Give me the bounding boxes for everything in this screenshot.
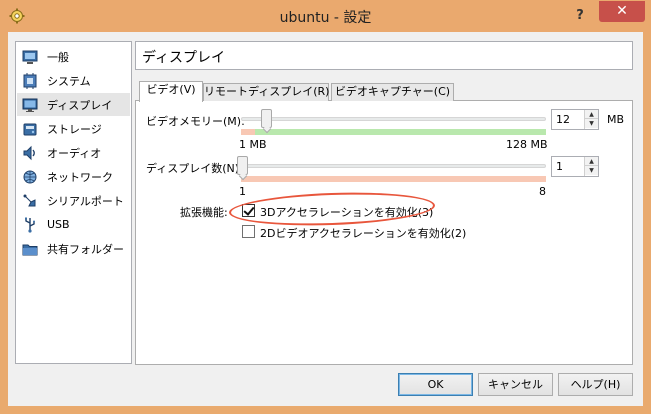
monitor-count-min-label: 1 <box>239 185 246 198</box>
video-memory-value[interactable]: 12 <box>556 113 570 126</box>
video-memory-slider-thumb[interactable] <box>261 109 272 128</box>
sidebar-item-label: ネットワーク <box>47 170 113 184</box>
monitor-count-spinbox[interactable]: 1 ▲ ▼ <box>551 156 599 177</box>
usb-icon <box>21 216 39 234</box>
sidebar-item-label: オーディオ <box>47 146 102 160</box>
sidebar-item-network[interactable]: ネットワーク <box>17 165 130 188</box>
monitor-count-spin-buttons: ▲ ▼ <box>584 157 598 176</box>
extended-features-label: 拡張機能: <box>180 206 228 219</box>
sidebar-item-label: シリアルポート <box>47 194 124 208</box>
video-memory-spinbox[interactable]: 12 ▲ ▼ <box>551 109 599 130</box>
video-memory-label: ビデオメモリー(M): <box>146 115 245 128</box>
settings-window: ubuntu - 設定 ? ✕ 一般 システム ディスプレイ ストレージ オーデ… <box>0 0 651 414</box>
accel-2d-checkbox[interactable] <box>242 225 255 238</box>
sidebar-item-label: 一般 <box>47 50 69 64</box>
ok-button[interactable]: OK <box>398 373 473 396</box>
sidebar-item-storage[interactable]: ストレージ <box>17 117 130 140</box>
system-icon <box>21 72 39 90</box>
close-button[interactable]: ✕ <box>599 1 645 22</box>
audio-icon <box>21 144 39 162</box>
video-tab-panel: ビデオメモリー(M): 1 MB 128 MB 12 ▲ ▼ MB ディスプレイ… <box>135 100 633 365</box>
storage-icon <box>21 120 39 138</box>
monitor-count-label: ディスプレイ数(N): <box>146 162 243 175</box>
sidebar-item-label: ストレージ <box>47 122 102 136</box>
video-memory-unit: MB <box>607 113 625 126</box>
monitor-count-slider-thumb[interactable] <box>237 156 248 175</box>
monitor-count-slider-track[interactable] <box>241 164 546 168</box>
display-icon <box>21 96 39 114</box>
general-icon <box>21 48 39 66</box>
sidebar-item-label: ディスプレイ <box>47 98 113 112</box>
title-bar[interactable]: ubuntu - 設定 ? ✕ <box>0 0 651 34</box>
video-memory-slider-track[interactable] <box>241 117 546 121</box>
spin-up-arrow-icon[interactable]: ▲ <box>585 157 598 166</box>
monitor-count-value[interactable]: 1 <box>556 160 563 173</box>
sidebar-item-system[interactable]: システム <box>17 69 130 92</box>
video-memory-spin-buttons: ▲ ▼ <box>584 110 598 129</box>
sidebar-item-usb[interactable]: USB <box>17 213 130 236</box>
sidebar-item-shared-folder[interactable]: 共有フォルダー <box>17 237 130 260</box>
video-memory-max-label: 128 MB <box>506 138 548 151</box>
sidebar-item-display[interactable]: ディスプレイ <box>17 93 130 116</box>
cancel-button[interactable]: キャンセル <box>478 373 553 396</box>
help-title-button[interactable]: ? <box>570 6 590 26</box>
sidebar-item-audio[interactable]: オーディオ <box>17 141 130 164</box>
window-title: ubuntu - 設定 <box>279 10 372 26</box>
dialog-body: 一般 システム ディスプレイ ストレージ オーディオ ネットワーク シリアルポー… <box>8 32 643 406</box>
monitor-count-max-label: 8 <box>539 185 546 198</box>
network-icon <box>21 168 39 186</box>
sidebar-item-label: システム <box>47 74 91 88</box>
spin-down-arrow-icon[interactable]: ▼ <box>585 166 598 175</box>
monitor-count-warn-zone <box>241 176 546 182</box>
page-title: ディスプレイ <box>142 50 226 66</box>
video-memory-safe-zone <box>255 129 546 135</box>
page-title-box: ディスプレイ <box>135 41 633 70</box>
sidebar-item-label: USB <box>47 218 70 231</box>
spin-down-arrow-icon[interactable]: ▼ <box>585 119 598 128</box>
video-memory-warn-zone <box>241 129 255 135</box>
tab-remote-display[interactable]: リモートディスプレイ(R) <box>203 83 329 101</box>
shared-folder-icon <box>21 240 39 258</box>
help-button[interactable]: ヘルプ(H) <box>558 373 633 396</box>
sidebar-item-serial-port[interactable]: シリアルポート <box>17 189 130 212</box>
tab-video-capture[interactable]: ビデオキャプチャー(C) <box>331 83 454 101</box>
tab-video[interactable]: ビデオ(V) <box>139 81 203 102</box>
video-memory-min-label: 1 MB <box>239 138 267 151</box>
settings-sidebar: 一般 システム ディスプレイ ストレージ オーディオ ネットワーク シリアルポー… <box>15 41 132 364</box>
spin-up-arrow-icon[interactable]: ▲ <box>585 110 598 119</box>
accel-2d-label[interactable]: 2Dビデオアクセラレーションを有効化(2) <box>260 225 466 241</box>
sidebar-item-general[interactable]: 一般 <box>17 45 130 68</box>
sidebar-item-label: 共有フォルダー <box>47 242 124 256</box>
serial-port-icon <box>21 192 39 210</box>
